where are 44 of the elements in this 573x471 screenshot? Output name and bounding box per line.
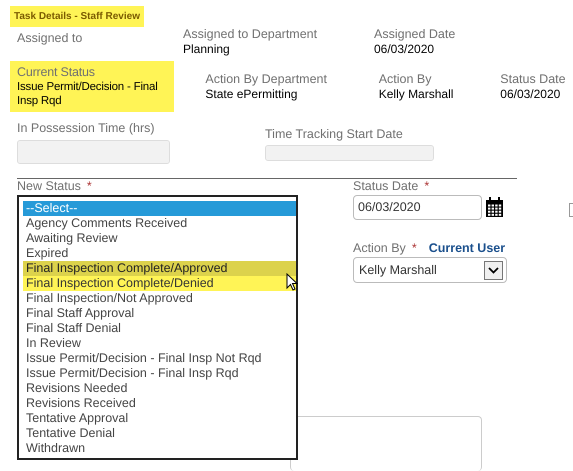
dropdown-option[interactable]: In Review	[23, 336, 296, 351]
field-label: In Possession Time (hrs)	[17, 121, 156, 136]
current-user-link[interactable]: Current User	[428, 241, 506, 255]
field-value: Kelly Marshall	[378, 87, 454, 101]
dropdown-option[interactable]: Expired	[23, 246, 296, 261]
select-field[interactable]: Kelly Marshall	[353, 257, 507, 283]
field-label: Status Date	[500, 72, 566, 87]
dropdown-option[interactable]: Final Inspection Complete/Denied	[23, 276, 296, 291]
field-value: 06/03/2020	[500, 87, 562, 101]
field-value: Issue Permit/Decision - Final Insp Rqd	[17, 80, 159, 108]
date-field[interactable]: 06/03/2020	[353, 195, 482, 220]
field-value: Planning	[183, 42, 231, 56]
dropdown-option[interactable]: Agency Comments Received	[23, 216, 296, 231]
dropdown-option[interactable]: Withdrawn	[23, 441, 296, 456]
required-mark: *	[424, 179, 430, 193]
field-label: Assigned Date	[374, 27, 456, 42]
dropdown-option[interactable]: Awaiting Review	[23, 231, 296, 246]
field-label: Action By	[353, 241, 406, 255]
required-mark: *	[412, 241, 417, 255]
dropdown-option[interactable]: Tentative Denial	[23, 426, 296, 441]
page-title: Task Details - Staff Review	[10, 6, 144, 27]
dropdown-option[interactable]: Final Inspection Complete/Approved	[23, 261, 296, 276]
dropdown-option[interactable]: Tentative Approval	[23, 411, 296, 426]
dropdown-option[interactable]: Final Staff Approval	[23, 306, 296, 321]
dropdown-option[interactable]: Final Inspection/Not Approved	[23, 291, 296, 306]
field-value: State ePermitting	[205, 87, 298, 101]
field-label: Time Tracking Start Date	[265, 127, 404, 142]
field-label: Assigned to	[17, 31, 84, 46]
dropdown-option[interactable]: Final Staff Denial	[23, 321, 296, 336]
field-value: 06/03/2020	[374, 42, 436, 56]
required-mark: *	[86, 179, 92, 193]
field-label: Current Status	[17, 65, 96, 80]
field-label: Action By Department	[205, 72, 328, 87]
field-label: Status Date	[353, 179, 418, 193]
calendar-icon[interactable]	[485, 197, 504, 218]
field-label: New Status	[17, 179, 81, 193]
dropdown-option[interactable]: Revisions Needed	[23, 381, 296, 396]
field-label: Action By	[378, 72, 433, 87]
dropdown-option[interactable]: Issue Permit/Decision - Final Insp Not Rqd	[23, 351, 296, 366]
input-field[interactable]	[569, 203, 573, 217]
caret-icon[interactable]	[484, 260, 503, 280]
dropdown-option[interactable]: Issue Permit/Decision - Final Insp Rqd	[23, 366, 296, 381]
field-label: Assigned to Department	[183, 27, 318, 42]
dropdown-option[interactable]: Revisions Received	[23, 396, 296, 411]
